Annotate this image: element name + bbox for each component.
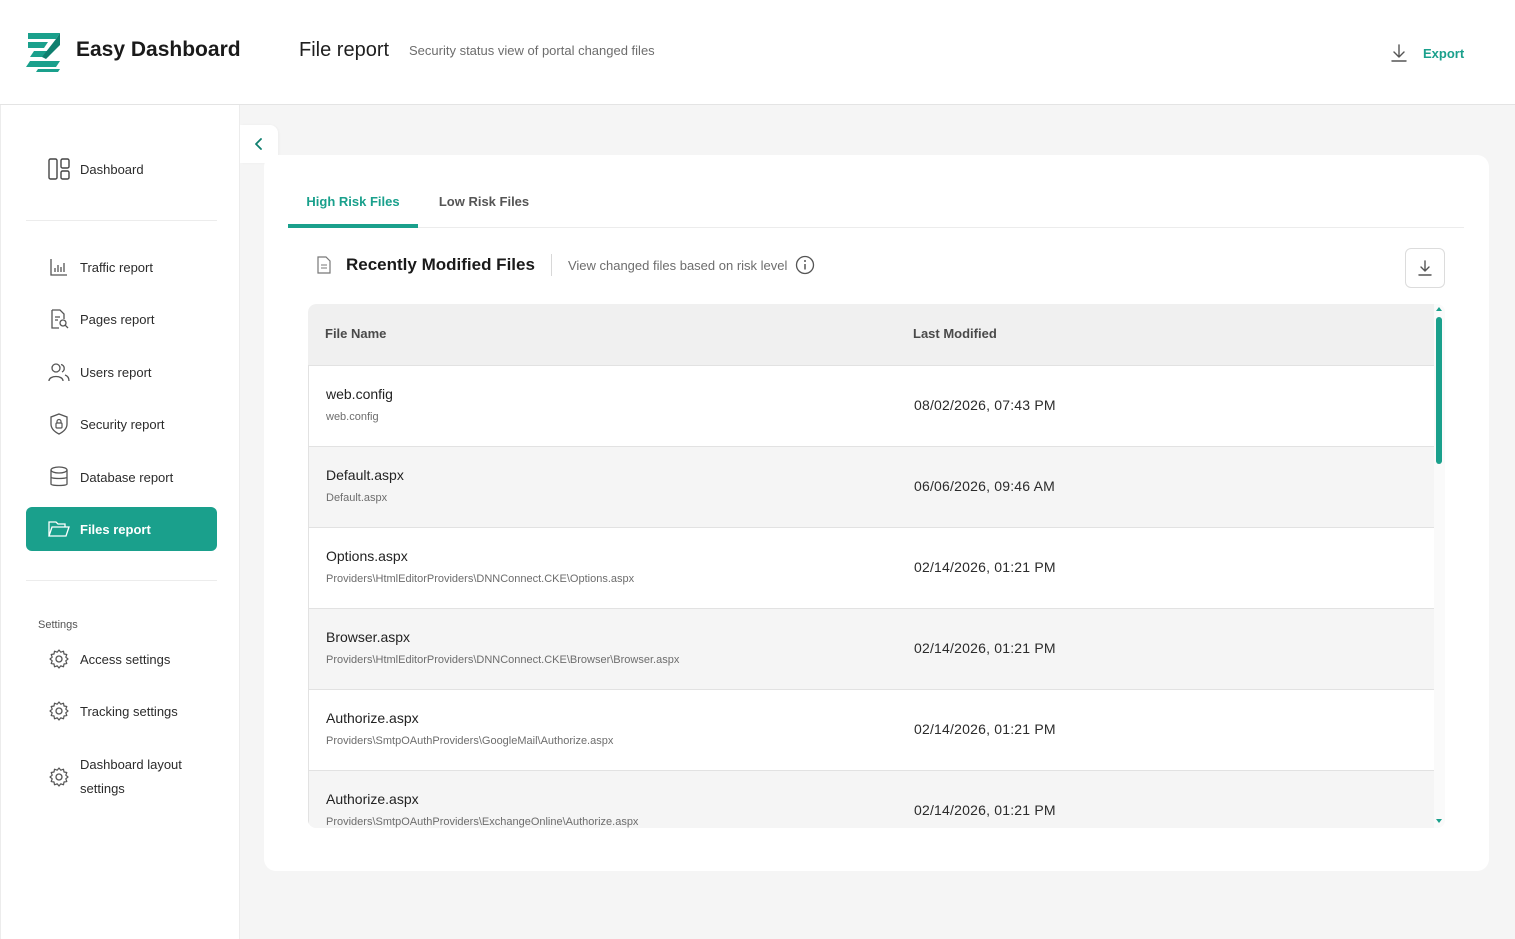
sidebar-item-security-report[interactable]: Security report (26, 402, 217, 446)
table-row[interactable]: Options.aspx Providers\HtmlEditorProvide… (308, 528, 1434, 609)
file-name: Authorize.aspx (326, 710, 419, 726)
table-row[interactable]: Browser.aspx Providers\HtmlEditorProvide… (308, 609, 1434, 690)
title-separator (550, 254, 552, 276)
file-name: Options.aspx (326, 548, 408, 564)
dashboard-layout-icon (48, 158, 70, 180)
file-name: web.config (326, 386, 393, 402)
sidebar-divider (26, 220, 217, 221)
file-path: Providers\SmtpOAuthProviders\ExchangeOnl… (326, 816, 639, 828)
sidebar-item-label: Dashboard (80, 161, 144, 177)
table-header: File Name Last Modified (308, 304, 1434, 366)
settings-section-label: Settings (38, 619, 78, 631)
tab-high-risk-files[interactable]: High Risk Files (288, 183, 418, 228)
sidebar-item-database-report[interactable]: Database report (26, 455, 217, 499)
document-icon (317, 256, 331, 274)
sidebar-item-users-report[interactable]: Users report (26, 350, 217, 394)
sidebar-item-label: Security report (80, 416, 165, 432)
last-modified: 02/14/2026, 01:21 PM (914, 802, 1056, 818)
section-title: Recently Modified Files (346, 255, 535, 274)
sidebar-item-label: Pages report (80, 311, 155, 327)
chevron-left-icon (255, 138, 262, 150)
file-name: Browser.aspx (326, 629, 411, 645)
sidebar-item-label: Traffic report (80, 259, 153, 275)
table-row[interactable]: Default.aspx Default.aspx 06/06/2026, 09… (308, 447, 1434, 528)
app-header: Easy Dashboard File report Security stat… (0, 0, 1515, 105)
file-name: Default.aspx (326, 467, 404, 483)
folder-open-icon (48, 518, 70, 540)
file-path: Providers\SmtpOAuthProviders\GoogleMail\… (326, 735, 614, 747)
sidebar-item-traffic-report[interactable]: Traffic report (26, 245, 217, 289)
shield-lock-icon (48, 413, 70, 435)
section-header: Recently Modified Files View changed fil… (316, 250, 815, 280)
export-button[interactable]: Export (1388, 40, 1464, 66)
sidebar-item-dashboard[interactable]: Dashboard (26, 147, 217, 191)
files-card: High Risk Files Low Risk Files Recently … (264, 155, 1489, 871)
tab-low-risk-files[interactable]: Low Risk Files (430, 183, 538, 228)
export-label: Export (1423, 45, 1465, 61)
page-title: File report (299, 39, 390, 61)
last-modified: 02/14/2026, 01:21 PM (914, 721, 1056, 737)
risk-tabs: High Risk Files Low Risk Files (288, 183, 1464, 228)
gear-icon (48, 648, 70, 670)
bar-chart-icon (48, 256, 70, 278)
sidebar-item-label: Files report (80, 521, 151, 537)
download-icon (1391, 44, 1407, 62)
app-title: Easy Dashboard (76, 38, 241, 61)
file-path: Default.aspx (326, 492, 388, 504)
file-path: Providers\HtmlEditorProviders\DNNConnect… (326, 654, 680, 666)
sidebar-item-label: Users report (80, 364, 152, 380)
table-scrollbar[interactable] (1434, 304, 1445, 828)
last-modified: 06/06/2026, 09:46 AM (914, 478, 1055, 494)
sidebar: Dashboard Traffic report Pages report Us… (0, 105, 240, 939)
info-icon[interactable] (795, 255, 815, 275)
table-row[interactable]: Authorize.aspx Providers\SmtpOAuthProvid… (308, 690, 1434, 771)
section-description: View changed files based on risk level (567, 257, 788, 273)
sidebar-item-label: Dashboard layout settings (80, 757, 182, 796)
column-header-file-name[interactable]: File Name (325, 326, 386, 341)
last-modified: 08/02/2026, 07:43 PM (914, 397, 1056, 413)
scroll-up-arrow-icon[interactable] (1436, 307, 1442, 311)
scrollbar-thumb[interactable] (1436, 317, 1442, 464)
page-subtitle: Security status view of portal changed f… (409, 43, 655, 58)
scroll-down-arrow-icon[interactable] (1436, 819, 1442, 823)
file-path: web.config (326, 411, 379, 423)
files-table: File Name Last Modified web.config web.c… (308, 304, 1445, 828)
sidebar-item-files-report[interactable]: Files report (26, 507, 217, 551)
sidebar-item-dashboard-layout-settings[interactable]: Dashboard layout settings (26, 751, 217, 803)
sidebar-item-label: Access settings (80, 651, 171, 667)
logo-icon (26, 33, 60, 72)
gear-icon (48, 766, 70, 788)
file-name: Authorize.aspx (326, 791, 419, 807)
download-table-button[interactable] (1405, 248, 1445, 288)
database-icon (48, 466, 70, 488)
table-row[interactable]: Authorize.aspx Providers\SmtpOAuthProvid… (308, 771, 1434, 828)
file-path: Providers\HtmlEditorProviders\DNNConnect… (326, 573, 635, 585)
last-modified: 02/14/2026, 01:21 PM (914, 640, 1056, 656)
sidebar-item-label: Database report (80, 469, 174, 485)
sidebar-item-tracking-settings[interactable]: Tracking settings (26, 689, 217, 733)
sidebar-item-label: Tracking settings (80, 703, 178, 719)
sidebar-item-pages-report[interactable]: Pages report (26, 297, 217, 341)
table-row[interactable]: web.config web.config 08/02/2026, 07:43 … (308, 366, 1434, 447)
column-header-last-modified[interactable]: Last Modified (913, 326, 997, 341)
gear-icon (48, 700, 70, 722)
page-search-icon (48, 308, 70, 330)
users-icon (48, 361, 70, 383)
last-modified: 02/14/2026, 01:21 PM (914, 559, 1056, 575)
download-icon (1418, 260, 1432, 276)
sidebar-item-access-settings[interactable]: Access settings (26, 637, 217, 681)
sidebar-divider (26, 580, 217, 581)
